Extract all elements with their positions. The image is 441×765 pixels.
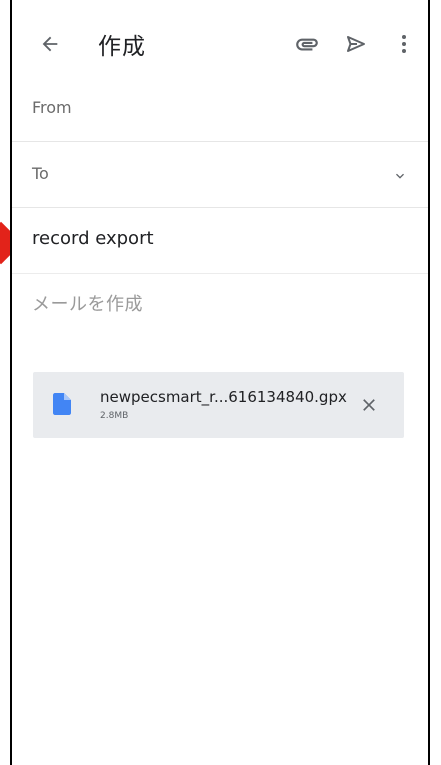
send-button[interactable]: [340, 28, 372, 60]
to-field[interactable]: To: [12, 142, 428, 208]
attachment-file-size: 2.8MB: [100, 411, 129, 421]
subject-field[interactable]: record export: [12, 208, 428, 274]
more-vert-icon: [402, 35, 406, 53]
document-icon: [53, 393, 71, 415]
arrow-back-icon: [42, 36, 58, 52]
attach-button[interactable]: [290, 28, 324, 60]
send-icon: [347, 36, 365, 52]
compose-body-input[interactable]: メールを作成: [32, 290, 143, 316]
to-expand-button[interactable]: [390, 166, 410, 186]
remove-attachment-button[interactable]: [356, 392, 382, 418]
attachment-file-name: newpecsmart_r...616134840.gpx: [100, 388, 347, 406]
compose-screen: 作成 From To record export メールを作成 newpecsm…: [10, 0, 430, 765]
from-field[interactable]: From: [12, 76, 428, 142]
back-button[interactable]: [34, 28, 66, 60]
attachment-chip[interactable]: newpecsmart_r...616134840.gpx 2.8MB: [33, 372, 404, 438]
paperclip-icon: [296, 38, 318, 51]
to-label: To: [32, 164, 49, 183]
more-options-button[interactable]: [392, 28, 416, 60]
top-app-bar: 作成: [12, 0, 428, 88]
from-label: From: [32, 98, 72, 117]
page-title: 作成: [98, 34, 146, 60]
chevron-down-icon: [396, 173, 404, 179]
subject-input[interactable]: record export: [32, 228, 154, 249]
close-icon: [363, 399, 375, 411]
